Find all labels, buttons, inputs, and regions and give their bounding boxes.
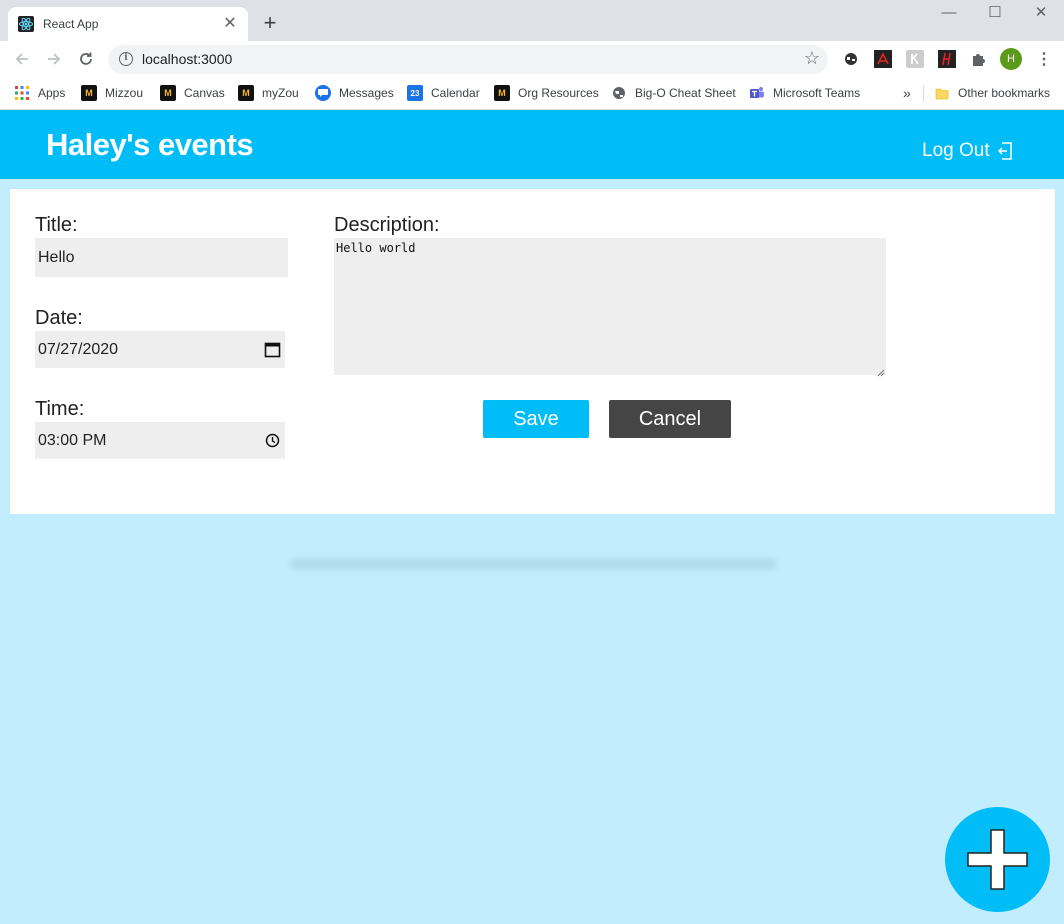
add-event-button[interactable] [945,807,1050,912]
bookmark-label: Org Resources [518,86,599,100]
time-input[interactable]: 03:00 PM [35,422,285,459]
acrobat-extension-icon[interactable] [874,50,892,68]
save-button[interactable]: Save [483,400,589,438]
reload-icon[interactable] [74,47,98,71]
back-arrow-icon[interactable] [10,47,34,71]
mizzou-tiger-icon: M [494,85,510,101]
date-label: Date: [35,307,83,329]
tab-title: React App [43,17,99,31]
minimize-button[interactable]: — [926,2,972,28]
blurred-placeholder-bar [290,558,776,570]
logout-icon [997,142,1012,160]
browser-toolbar: i localhost:3000 ☆ H ⋮ [0,41,1064,77]
bookmarks-overflow-button[interactable]: » [903,83,911,103]
bookmark-label: Other bookmarks [958,86,1051,100]
bookmark-apps[interactable]: Apps [14,83,65,103]
bookmark-label: Calendar [431,86,480,100]
app-header: Haley's events Log Out [0,110,1064,179]
messages-icon [315,85,331,101]
calendar-picker-icon[interactable] [264,341,281,358]
bookmark-label: Apps [38,86,66,100]
bookmark-label: myZou [262,86,299,100]
logout-label: Log Out [922,140,990,161]
extension-k-icon[interactable] [906,50,924,68]
bookmark-messages[interactable]: Messages [315,83,394,103]
bookmark-canvas[interactable]: M Canvas [160,83,225,103]
logout-button[interactable]: Log Out [922,140,1012,162]
folder-icon [934,85,950,101]
bookmark-label: Canvas [184,86,225,100]
url-text[interactable]: localhost:3000 [142,51,232,67]
plus-icon [966,828,1029,891]
bookmark-star-icon[interactable]: ☆ [804,48,820,69]
bookmarks-bar: Apps M Mizzou M Canvas M myZou Messages … [0,77,1064,110]
bookmarks-divider [923,85,924,102]
bookmark-label: Mizzou [105,86,144,100]
address-bar[interactable]: i localhost:3000 ☆ [108,45,828,74]
browser-menu-icon[interactable]: ⋮ [1036,49,1052,69]
globe-icon [611,85,627,101]
react-logo-icon [18,16,34,32]
page-title: Haley's events [46,127,254,162]
bookmark-teams[interactable]: Microsoft Teams [749,83,860,103]
title-value: Hello [38,248,75,266]
clock-icon[interactable] [264,432,281,449]
profile-avatar[interactable]: H [1000,48,1022,70]
browser-tab[interactable]: React App ✕ [8,7,248,41]
description-textarea[interactable]: Hello world [334,238,886,377]
date-value: 07/27/2020 [38,340,119,358]
site-info-icon[interactable]: i [119,52,133,66]
title-label: Title: [35,214,78,236]
forward-arrow-icon[interactable] [42,47,66,71]
bookmark-label: Messages [339,86,394,100]
bookmark-big-o[interactable]: Big-O Cheat Sheet [611,83,736,103]
tab-strip: React App ✕ + — ☐ ✕ [0,0,1064,41]
close-window-button[interactable]: ✕ [1018,2,1064,28]
bookmark-org-resources[interactable]: M Org Resources [494,83,599,103]
mizzou-tiger-icon: M [81,85,97,101]
bookmark-label: Microsoft Teams [773,86,861,100]
mizzou-tiger-icon: M [160,85,176,101]
title-input[interactable]: Hello [35,238,288,277]
time-label: Time: [35,398,85,420]
maximize-button[interactable]: ☐ [972,2,1018,28]
extension-h-icon[interactable] [938,50,956,68]
time-value: 03:00 PM [38,431,107,449]
bookmark-myzou[interactable]: M myZou [238,83,299,103]
new-tab-button[interactable]: + [258,12,282,36]
event-form-card: Title: Hello Date: 07/27/2020 Time: 03:0… [10,189,1055,514]
calendar-icon: 23 [407,85,423,101]
teams-icon [749,85,765,101]
bookmark-label: Big-O Cheat Sheet [635,86,736,100]
date-input[interactable]: 07/27/2020 [35,331,285,368]
bookmark-calendar[interactable]: 23 Calendar [407,83,480,103]
mizzou-tiger-icon: M [238,85,254,101]
resize-handle-icon[interactable] [877,366,885,377]
bookmark-other[interactable]: Other bookmarks [934,83,1050,103]
extensions-puzzle-icon[interactable] [970,50,988,68]
apps-grid-icon [14,85,30,101]
bookmark-mizzou[interactable]: M Mizzou [81,83,143,103]
description-value: Hello world [336,241,416,255]
description-label: Description: [334,214,440,236]
extension-globe-icon[interactable] [842,50,860,68]
cancel-button[interactable]: Cancel [609,400,731,438]
tab-close-icon[interactable]: ✕ [222,16,238,32]
